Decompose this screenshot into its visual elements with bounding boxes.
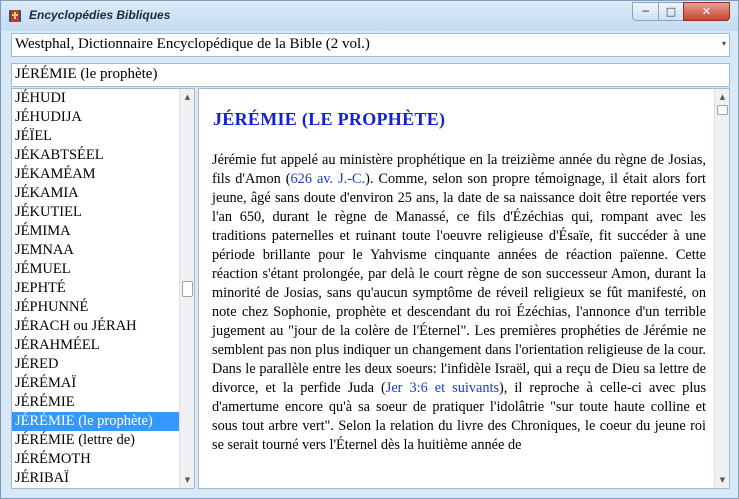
- list-item[interactable]: JÉRED: [12, 355, 179, 374]
- bible-book-icon: [9, 10, 21, 22]
- scroll-up-icon[interactable]: ▲: [180, 89, 194, 105]
- list-item[interactable]: JÉKAMÉAM: [12, 165, 179, 184]
- list-item[interactable]: JÉRÉMIE (lettre de): [12, 431, 179, 450]
- list-item[interactable]: JÉMIMA: [12, 222, 179, 241]
- list-item[interactable]: JÉKAMIA: [12, 184, 179, 203]
- list-item[interactable]: JÉHUDIJA: [12, 108, 179, 127]
- entry-list-scrollbar[interactable]: ▲ ▼: [179, 89, 194, 488]
- list-item[interactable]: JÉRAHMÉEL: [12, 336, 179, 355]
- dictionary-select[interactable]: Westphal, Dictionnaire Encyclopédique de…: [11, 33, 730, 57]
- scroll-down-icon[interactable]: ▼: [715, 472, 729, 488]
- article-body: Jérémie fut appelé au ministère prophéti…: [212, 151, 706, 455]
- entry-search-input[interactable]: JÉRÉMIE (le prophète): [11, 63, 730, 87]
- list-item[interactable]: JÉKABTSÉEL: [12, 146, 179, 165]
- scroll-up-icon[interactable]: ▲: [715, 89, 729, 105]
- entry-search-value: JÉRÉMIE (le prophète): [15, 66, 158, 82]
- entry-list-items: JÉHUDI JÉHUDIJA JÉÏEL JÉKABTSÉEL JÉKAMÉAM JÉK…: [12, 89, 179, 488]
- app-window: Encyclopédies Bibliques ─ □ ✕ Westphal, …: [0, 0, 739, 499]
- list-item[interactable]: JÉRÉMIE: [12, 393, 179, 412]
- article-scrollbar[interactable]: ▲ ▼: [714, 89, 729, 488]
- list-item[interactable]: JÉPHUNNÉ: [12, 298, 179, 317]
- title-bar[interactable]: Encyclopédies Bibliques ─ □ ✕: [1, 1, 738, 31]
- list-item[interactable]: JÉRÉMAÏ: [12, 374, 179, 393]
- article-pane[interactable]: JÉRÉMIE (LE PROPHÈTE) Jérémie fut appelé…: [198, 88, 730, 489]
- entry-list[interactable]: JÉHUDI JÉHUDIJA JÉÏEL JÉKABTSÉEL JÉKAMÉAM JÉK…: [11, 88, 195, 489]
- article-heading: JÉRÉMIE (LE PROPHÈTE): [213, 109, 446, 129]
- minimize-button[interactable]: ─: [632, 2, 659, 21]
- dictionary-select-value: Westphal, Dictionnaire Encyclopédique de…: [15, 36, 370, 52]
- window-title: Encyclopédies Bibliques: [29, 8, 171, 22]
- article-text: ). Comme, selon son propre témoignage, i…: [212, 171, 706, 396]
- list-item[interactable]: JÉRACH ou JÉRAH: [12, 317, 179, 336]
- list-item[interactable]: JEPHTÉ: [12, 279, 179, 298]
- list-item[interactable]: JÉKUTIEL: [12, 203, 179, 222]
- article-scroll-thumb[interactable]: [717, 105, 728, 115]
- list-item[interactable]: JÉÏEL: [12, 127, 179, 146]
- list-item[interactable]: JEMNAA: [12, 241, 179, 260]
- list-item[interactable]: JÉRIBAÏ: [12, 469, 179, 488]
- close-button[interactable]: ✕: [683, 2, 730, 21]
- maximize-button[interactable]: □: [658, 2, 684, 21]
- chevron-down-icon[interactable]: ▾: [722, 39, 726, 48]
- list-item[interactable]: JÉRÉMIE (le prophète): [12, 412, 179, 431]
- scroll-down-icon[interactable]: ▼: [180, 472, 194, 488]
- reference-link[interactable]: 626 av. J.-C.: [291, 171, 366, 187]
- list-item[interactable]: JÉMUEL: [12, 260, 179, 279]
- entry-list-scroll-thumb[interactable]: [182, 280, 193, 297]
- reference-link[interactable]: Jer 3:6 et suivants: [386, 380, 499, 396]
- list-item[interactable]: JÉRÉMOTH: [12, 450, 179, 469]
- list-item[interactable]: JÉHUDI: [12, 89, 179, 108]
